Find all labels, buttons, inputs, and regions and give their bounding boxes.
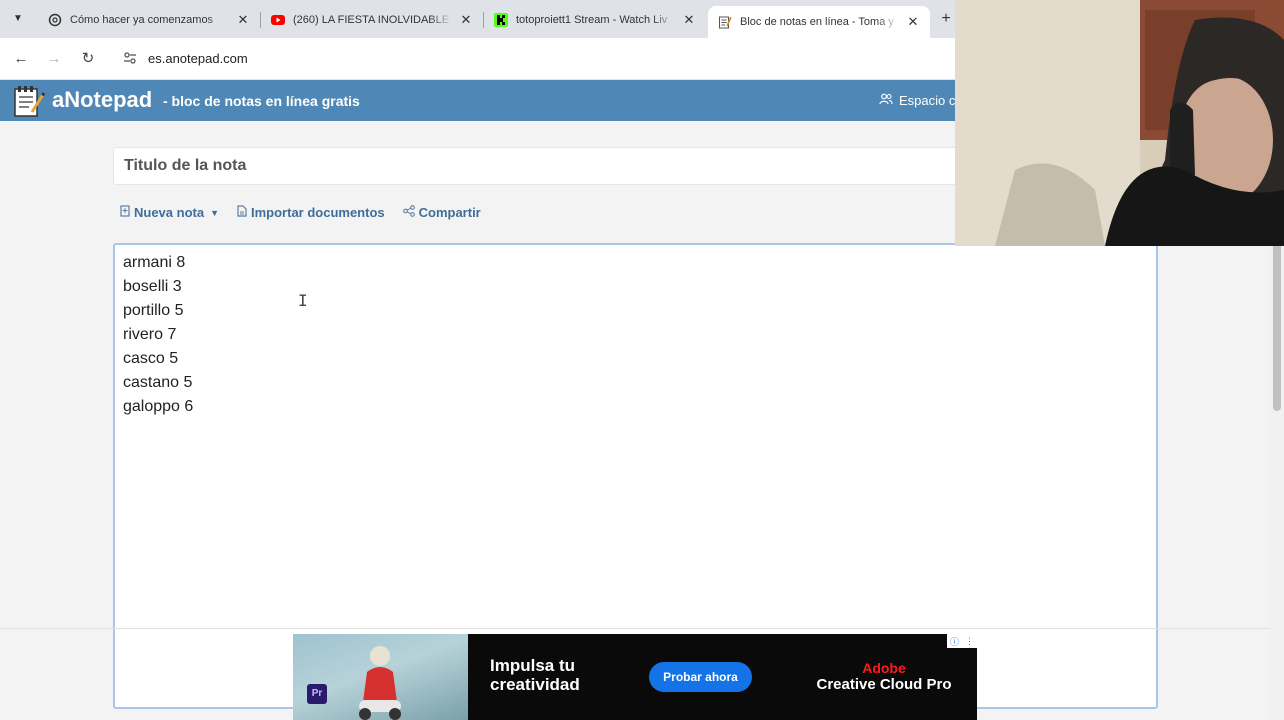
new-note-icon: [120, 205, 130, 220]
note-line: casco 5: [123, 350, 179, 367]
site-settings-icon[interactable]: [122, 51, 138, 67]
kick-icon: [494, 13, 508, 27]
ad-headline: Impulsa tu creatividad: [490, 656, 580, 694]
tab-title: totoproiett1 Stream - Watch Liv: [516, 14, 668, 26]
tab-title: Cómo hacer ya comenzamos: [70, 14, 214, 26]
workspace-link[interactable]: Espacio c: [879, 93, 955, 108]
share-button[interactable]: Compartir: [402, 205, 481, 220]
ad-banner[interactable]: Pr Impulsa tu creatividad Probar ahora A…: [293, 634, 977, 720]
new-tab-icon[interactable]: +: [936, 8, 956, 30]
site-tagline: - bloc de notas en línea gratis: [163, 93, 360, 109]
ad-headline-line: creatividad: [490, 675, 580, 694]
document-icon: [237, 205, 247, 220]
caret-down-icon: ▼: [210, 207, 219, 218]
ad-product-name: Creative Cloud Pro: [816, 676, 952, 693]
ad-brand-name: Adobe: [862, 660, 906, 676]
divider: [0, 628, 1284, 629]
more-icon[interactable]: ⋮: [965, 636, 974, 647]
new-note-button[interactable]: Nueva nota ▼: [120, 205, 219, 220]
note-line: castano 5: [123, 374, 193, 391]
tab-title: (260) LA FIESTA INOLVIDABLE D: [293, 14, 453, 26]
close-tab-icon[interactable]: ✕: [459, 12, 473, 28]
ad-cta-button[interactable]: Probar ahora: [649, 662, 752, 692]
tab-search-chevron-icon[interactable]: ▼: [8, 9, 28, 29]
close-tab-icon[interactable]: ✕: [682, 12, 696, 28]
tab-anotepad[interactable]: Bloc de notas en línea - Toma y ✕: [708, 6, 930, 38]
share-label: Compartir: [418, 205, 481, 220]
tab-youtube[interactable]: (260) LA FIESTA INOLVIDABLE D ✕: [261, 6, 483, 34]
url-text: es.anotepad.com: [148, 51, 248, 66]
note-line: rivero 7: [123, 326, 177, 343]
scrollbar-thumb[interactable]: [1273, 241, 1281, 411]
premiere-badge: Pr: [307, 684, 327, 704]
ad-headline-line: Impulsa tu: [490, 656, 576, 675]
note-actions: Nueva nota ▼ Importar documentos Compart…: [120, 205, 481, 220]
new-note-label: Nueva nota: [134, 205, 205, 220]
notepad-logo-icon[interactable]: [12, 84, 46, 118]
tab-chatgpt[interactable]: Cómo hacer ya comenzamos ✕: [38, 6, 260, 34]
openai-icon: [48, 13, 62, 27]
tab-title: Bloc de notas en línea - Toma y: [740, 16, 894, 28]
workspace-label: Espacio c: [899, 93, 956, 108]
note-line: portillo 5: [123, 302, 184, 319]
share-icon: [402, 205, 415, 220]
close-tab-icon[interactable]: ✕: [906, 14, 920, 30]
note-line: armani 8: [123, 254, 186, 271]
webcam-overlay: [955, 0, 1284, 246]
close-tab-icon[interactable]: ✕: [236, 12, 250, 28]
info-icon[interactable]: ⓘ: [950, 635, 959, 648]
import-documents-button[interactable]: Importar documentos: [237, 205, 385, 220]
ad-image: Pr: [293, 634, 468, 720]
import-documents-label: Importar documentos: [251, 205, 385, 220]
address-bar[interactable]: es.anotepad.com: [112, 43, 972, 75]
forward-icon[interactable]: →: [43, 48, 65, 70]
scooter-rider-image: [359, 646, 401, 720]
back-icon[interactable]: ←: [10, 48, 32, 70]
notepad-icon: [718, 15, 732, 29]
ad-choices[interactable]: ⓘ ⋮: [947, 634, 977, 648]
text-cursor-icon: I: [298, 291, 308, 310]
users-icon: [879, 93, 895, 108]
site-brand[interactable]: aNotepad: [52, 87, 152, 113]
tab-kick[interactable]: totoproiett1 Stream - Watch Liv ✕: [484, 6, 706, 34]
reload-icon[interactable]: ↻: [77, 48, 99, 70]
note-line: boselli 3: [123, 278, 182, 295]
webcam-person-image: [955, 0, 1284, 246]
note-line: galoppo 6: [123, 398, 194, 415]
ad-brand: Adobe Creative Cloud Pro: [804, 660, 964, 694]
youtube-icon: [271, 13, 285, 27]
